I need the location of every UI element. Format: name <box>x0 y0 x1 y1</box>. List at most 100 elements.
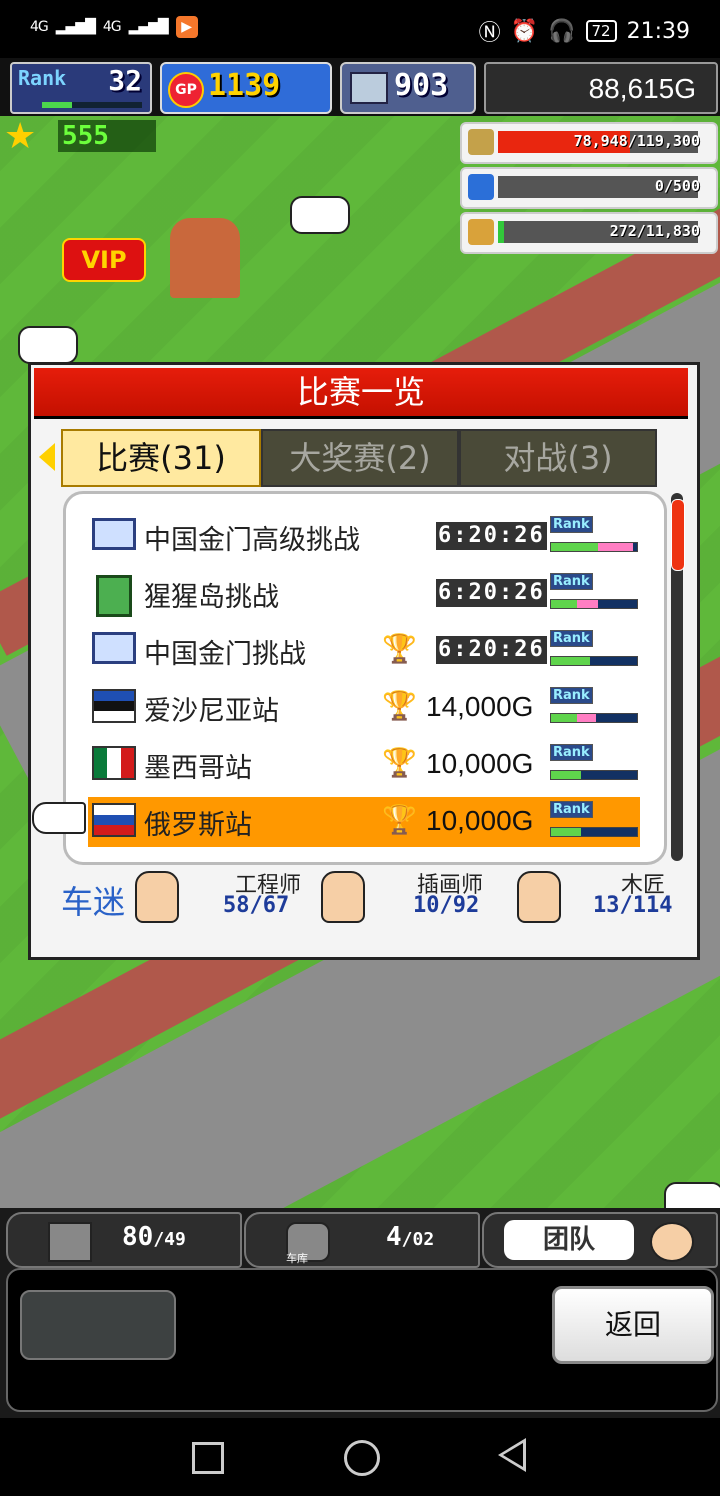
home-icon[interactable] <box>344 1440 380 1476</box>
race-row-selected[interactable]: 俄罗斯站 🏆 10,000G Rank <box>88 797 640 847</box>
back-button[interactable]: 返回 <box>552 1286 714 1364</box>
parts-slot[interactable]: 80/49 <box>6 1212 242 1268</box>
mexico-flag-icon <box>92 746 136 782</box>
recent-apps-icon[interactable] <box>192 1442 224 1474</box>
race-name: 猩猩岛挑战 <box>144 582 279 613</box>
gp-value: 1139 <box>208 68 281 103</box>
money-display: 88,615G <box>484 62 718 114</box>
status-bar: 4G ▂▄▆█ 4G ▂▄▆█ ▶ Ⓝ ⏰ 🎧 72 21:39 <box>0 0 720 58</box>
race-rank-indicator: Rank <box>550 630 638 672</box>
staff-illustrator[interactable]: 插画师 10/92 <box>321 867 491 927</box>
race-rank-indicator: Rank <box>550 516 638 558</box>
meter-text: 272/11,830 <box>609 222 700 240</box>
race-row[interactable]: 中国金门挑战 🏆 6:20:26 Rank <box>88 626 640 676</box>
race-name: 中国金门高级挑战 <box>144 525 360 556</box>
race-name: 俄罗斯站 <box>144 810 252 841</box>
fan-label: 车迷 <box>61 883 126 921</box>
race-row[interactable]: 爱沙尼亚站 🏆 14,000G Rank <box>88 683 640 733</box>
race-row[interactable]: 墨西哥站 🏆 10,000G Rank <box>88 740 640 790</box>
race-prize: 10,000G <box>426 805 534 836</box>
signal-icon-2: 4G <box>102 19 122 35</box>
race-prize: 14,000G <box>426 691 534 722</box>
staff-summary: 车迷 工程师 58/67 插画师 10/92 木匠 13/114 <box>55 867 675 927</box>
parts-max: /49 <box>153 1229 186 1250</box>
staff-count: 58/67 <box>223 893 290 918</box>
app-notification-icon: ▶ <box>175 16 198 38</box>
headset-icon: 🎧 <box>548 18 576 44</box>
team-button[interactable]: 团队 <box>504 1220 634 1260</box>
vip-badge[interactable]: VIP <box>62 238 146 282</box>
garage-max: /02 <box>401 1229 435 1250</box>
tab-grand-prix[interactable]: 大奖赛(2) <box>261 429 459 487</box>
clock: 21:39 <box>626 18 690 44</box>
carpenter-avatar-icon <box>517 871 561 923</box>
rank-progress-bar <box>42 102 142 108</box>
money-value: 88,615G <box>588 73 696 104</box>
russia-flag-icon <box>92 803 136 839</box>
crate-icon <box>48 1222 92 1262</box>
tab-races[interactable]: 比赛(31) <box>61 429 261 487</box>
staff-engineer[interactable]: 工程师 58/67 <box>135 867 305 927</box>
bottom-hud: 80/49 车库 4/02 团队 返回 <box>0 1208 720 1418</box>
race-rank-indicator: Rank <box>550 801 638 843</box>
race-row[interactable]: 猩猩岛挑战 6:20:26 Rank <box>88 569 640 619</box>
gp-display[interactable]: GP 1139 <box>160 62 332 114</box>
garage-caption: 车库 <box>286 1252 308 1265</box>
race-list-dialog: 比赛一览 比赛(31) 大奖赛(2) 对战(3) 中国金门高级挑战 6:20:2… <box>28 362 700 960</box>
race-timer: 6:20:26 <box>436 636 547 664</box>
race-row[interactable]: 中国金门高级挑战 6:20:26 Rank <box>88 512 640 562</box>
race-rank-indicator: Rank <box>550 687 638 729</box>
back-nav-icon[interactable] <box>498 1438 526 1472</box>
parts-count: 80 <box>122 1222 154 1252</box>
resource-meter-coins[interactable]: 78,948/119,300 <box>460 122 718 164</box>
rank-display[interactable]: Rank 32 <box>10 62 152 114</box>
race-name: 中国金门挑战 <box>144 639 306 670</box>
windmill-icon[interactable] <box>170 218 240 298</box>
fame-value: 555 <box>58 120 156 152</box>
message-block <box>20 1290 176 1360</box>
trophy-icon: 🏆 <box>382 746 417 779</box>
resource-meter-fuel[interactable]: 0/500 <box>460 167 718 209</box>
team-avatar-icon <box>650 1222 694 1262</box>
race-timer: 6:20:26 <box>436 579 547 607</box>
tab-prev-arrow-icon[interactable] <box>39 443 55 471</box>
race-timer: 6:20:26 <box>436 522 547 550</box>
engineer-avatar-icon <box>135 871 179 923</box>
star-icon: ★ <box>4 116 37 157</box>
race-list[interactable]: 中国金门高级挑战 6:20:26 Rank 猩猩岛挑战 6:20:26 Rank… <box>63 491 667 865</box>
message-panel: 返回 <box>6 1268 718 1412</box>
research-points-display[interactable]: 903 <box>340 62 476 114</box>
resource-meter-crops[interactable]: 272/11,830 <box>460 212 718 254</box>
green-book-icon <box>92 575 136 617</box>
illustrator-avatar-icon <box>321 871 365 923</box>
trophy-icon: 🏆 <box>382 689 417 722</box>
trophy-icon: 🏆 <box>382 632 417 665</box>
race-prize: 10,000G <box>426 748 534 779</box>
dialog-title: 比赛一览 <box>34 368 688 419</box>
coin-stack-icon <box>468 129 494 155</box>
computer-icon <box>92 518 136 554</box>
staff-carpenter[interactable]: 木匠 13/114 <box>517 867 687 927</box>
signal-icon: 4G <box>30 19 49 35</box>
rank-value: 32 <box>108 64 142 97</box>
garage-slot[interactable]: 车库 4/02 <box>244 1212 480 1268</box>
team-slot[interactable]: 团队 <box>482 1212 718 1268</box>
cow-icon <box>664 1182 720 1208</box>
rank-label: Rank <box>18 66 67 90</box>
computer-icon <box>350 72 388 104</box>
list-scroll-thumb[interactable] <box>671 499 685 571</box>
computer-icon <box>92 632 136 668</box>
race-name: 爱沙尼亚站 <box>144 696 279 727</box>
staff-count: 13/114 <box>593 893 673 918</box>
fame-display[interactable]: ★ 555 <box>0 116 156 157</box>
alarm-icon: ⏰ <box>510 18 539 44</box>
garage-count: 4 <box>386 1222 402 1252</box>
hand-pointer-icon <box>32 802 86 834</box>
gp-coin-icon: GP <box>168 72 204 108</box>
tab-battle[interactable]: 对战(3) <box>459 429 657 487</box>
race-rank-indicator: Rank <box>550 744 638 786</box>
system-nav-bar <box>0 1418 720 1496</box>
race-tabs: 比赛(31) 大奖赛(2) 对战(3) <box>31 429 697 487</box>
wheat-icon <box>468 219 494 245</box>
cow-icon <box>18 326 78 364</box>
